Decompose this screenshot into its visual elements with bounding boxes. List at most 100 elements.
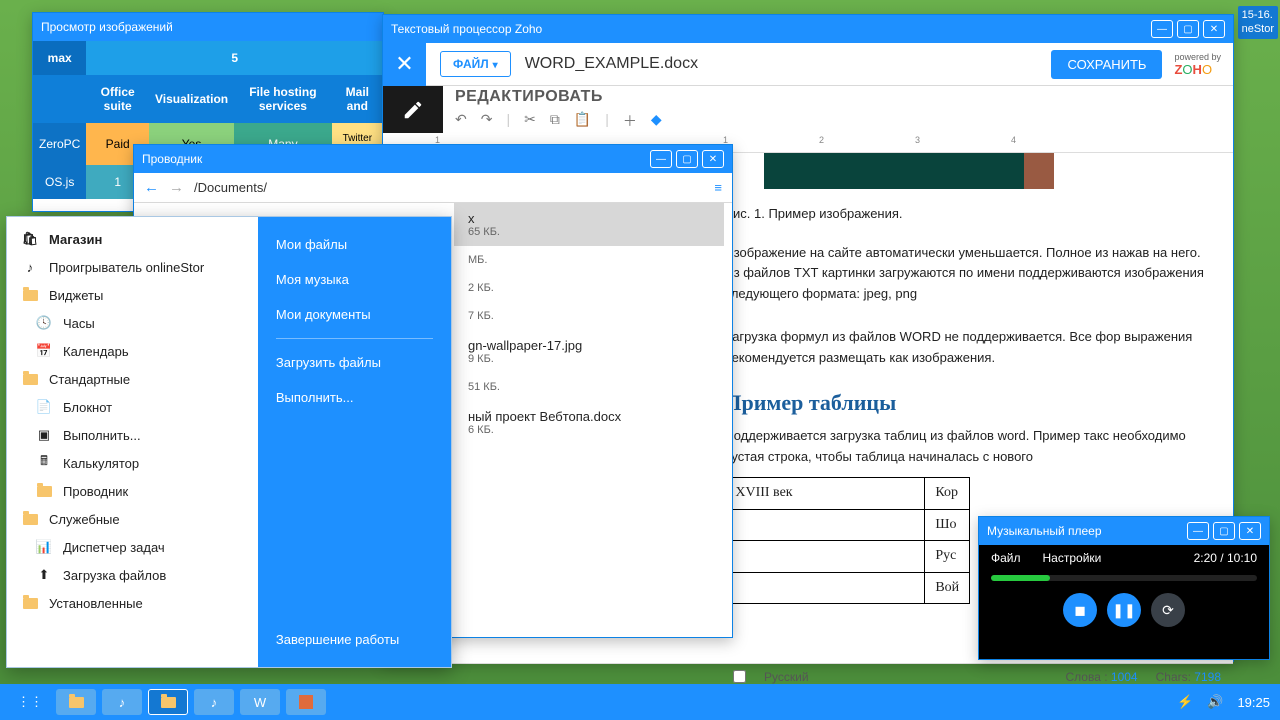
close-button[interactable]: ✕ (1203, 20, 1225, 38)
volume-icon[interactable]: 🔊 (1207, 694, 1223, 710)
file-item[interactable]: 51 КБ. (454, 373, 724, 401)
paragraph: Поддерживается загрузка таблиц из файлов… (724, 426, 1213, 468)
start-item-1[interactable]: ♪ Проигрыватель onlineStor (7, 253, 258, 281)
start-item-5[interactable]: Стандартные (7, 365, 258, 393)
zoho-close-panel-button[interactable]: ✕ (383, 43, 426, 86)
redo-icon[interactable]: ↷ (481, 111, 493, 131)
add-icon[interactable]: ＋ (623, 111, 637, 131)
close-button[interactable]: ✕ (1239, 522, 1261, 540)
eraser-icon[interactable]: ◆ (651, 111, 662, 131)
my-music-link[interactable]: Моя музыка (258, 262, 451, 297)
paste-icon[interactable]: 📋 (574, 111, 591, 131)
maximize-button[interactable]: ▢ (1213, 522, 1235, 540)
cut-icon[interactable]: ✂ (524, 111, 536, 131)
store-icon: 🛍 (21, 231, 39, 247)
zoho-title: Текстовый процессор Zoho (391, 22, 542, 36)
start-item-10[interactable]: Служебные (7, 505, 258, 533)
player-file-menu[interactable]: Файл (991, 551, 1021, 565)
sample-image (764, 153, 1024, 189)
explorer-titlebar[interactable]: Проводник — ▢ ✕ (134, 145, 732, 173)
th-5: 5 (86, 41, 383, 75)
edit-tab-label: РЕДАКТИРОВАТЬ (455, 88, 1233, 106)
start-item-3[interactable]: 🕓Часы (7, 309, 258, 337)
taskbar-app-music[interactable]: ♪ (194, 689, 234, 715)
taskbar-pin-music[interactable]: ♪ (102, 689, 142, 715)
close-button[interactable]: ✕ (702, 150, 724, 168)
file-item[interactable]: 7 КБ. (454, 302, 724, 330)
file-item[interactable]: ный проект Вебтопа.docx6 КБ. (454, 401, 724, 444)
path-display[interactable]: /Documents/ (194, 180, 714, 195)
music-player-titlebar[interactable]: Музыкальный плеер — ▢ ✕ (979, 517, 1269, 545)
calendar-icon: 📅 (35, 343, 53, 359)
start-item-label: Виджеты (49, 288, 103, 303)
player-time: 2:20 / 10:10 (1194, 551, 1257, 565)
start-button[interactable]: ⋮⋮ (10, 689, 50, 715)
copy-icon[interactable]: ⧉ (550, 111, 560, 131)
start-item-13[interactable]: Установленные (7, 589, 258, 617)
hamburger-icon[interactable]: ≡ (714, 180, 722, 195)
file-menu-button[interactable]: ФАЙЛ (440, 51, 511, 77)
music-icon: ♪ (21, 260, 39, 275)
start-item-12[interactable]: ⬆Загрузка файлов (7, 561, 258, 589)
music-player-window: Музыкальный плеер — ▢ ✕ Файл Настройки 2… (978, 516, 1270, 660)
folder-icon (21, 374, 39, 385)
file-item[interactable]: gn-wallpaper-17.jpg9 КБ. (454, 330, 724, 373)
taskbar-clock[interactable]: 19:25 (1237, 695, 1270, 710)
start-item-2[interactable]: Виджеты (7, 281, 258, 309)
pause-button[interactable]: ❚❚ (1107, 593, 1141, 627)
table-heading: Пример таблицы (724, 385, 1213, 420)
start-item-8[interactable]: 🖩Калькулятор (7, 449, 258, 477)
taskbar-pin-explorer[interactable] (56, 689, 96, 715)
start-item-4[interactable]: 📅Календарь (7, 337, 258, 365)
calc-icon: 🖩 (35, 452, 53, 474)
start-menu: 🛍Магазин ♪ Проигрыватель onlineStor Виджеты… (6, 216, 452, 668)
image-viewer-titlebar[interactable]: Просмотр изображений (33, 13, 383, 41)
stop-button[interactable]: ◼ (1063, 593, 1097, 627)
start-item-label: Выполнить... (63, 428, 141, 443)
my-files-link[interactable]: Мои файлы (258, 227, 451, 262)
start-item-9[interactable]: Проводник (7, 477, 258, 505)
start-item-label: Проигрыватель onlineStor (49, 260, 204, 275)
file-item[interactable]: МБ. (454, 246, 724, 274)
maximize-button[interactable]: ▢ (1177, 20, 1199, 38)
taskbar-app-image[interactable] (286, 689, 326, 715)
run-link[interactable]: Выполнить... (258, 380, 451, 415)
repeat-button[interactable]: ⟳ (1151, 593, 1185, 627)
file-item[interactable]: 2 КБ. (454, 274, 724, 302)
undo-icon[interactable]: ↶ (455, 111, 467, 131)
start-item-7[interactable]: ▣ Выполнить... (7, 421, 258, 449)
progress-bar[interactable] (991, 575, 1257, 581)
zoho-titlebar[interactable]: Текстовый процессор Zoho — ▢ ✕ (383, 15, 1233, 43)
shutdown-link[interactable]: Завершение работы (258, 622, 451, 657)
start-item-0[interactable]: 🛍Магазин (7, 225, 258, 253)
file-item[interactable]: x65 КБ. (454, 203, 724, 246)
save-button[interactable]: СОХРАНИТЬ (1051, 50, 1162, 79)
back-button[interactable]: ← (144, 179, 159, 196)
start-item-label: Часы (63, 316, 95, 331)
explorer-nav: ← → /Documents/ ≡ (134, 173, 732, 203)
folder-icon (69, 697, 84, 708)
start-item-11[interactable]: 📊Диспетчер задач (7, 533, 258, 561)
taskbar-app-word[interactable]: W (240, 689, 280, 715)
figure-caption: Рис. 1. Пример изображения. (724, 204, 1213, 225)
network-icon[interactable]: ⚡ (1177, 694, 1193, 710)
start-item-label: Служебные (49, 512, 120, 527)
taskbar-app-explorer[interactable] (148, 689, 188, 715)
sample-table: XVIII векКор Шо Рус Вой (724, 477, 970, 604)
forward-button[interactable]: → (169, 179, 184, 196)
document-name: WORD_EXAMPLE.docx (525, 55, 698, 73)
task-icon: 📊 (35, 539, 53, 555)
player-settings-menu[interactable]: Настройки (1043, 551, 1102, 565)
format-sidebar-button[interactable] (383, 86, 443, 133)
upload-files-link[interactable]: Загрузить файлы (258, 345, 451, 380)
maximize-button[interactable]: ▢ (676, 150, 698, 168)
run-icon: ▣ (35, 427, 53, 443)
desktop-clock-fragment: 15-16. neStor (1238, 6, 1278, 39)
my-documents-link[interactable]: Мои документы (258, 297, 451, 332)
minimize-button[interactable]: — (1187, 522, 1209, 540)
minimize-button[interactable]: — (1151, 20, 1173, 38)
minimize-button[interactable]: — (650, 150, 672, 168)
lang-checkbox[interactable] (733, 670, 746, 683)
paragraph: Загрузка формул из файлов WORD не поддер… (724, 327, 1213, 369)
start-item-6[interactable]: 📄Блокнот (7, 393, 258, 421)
